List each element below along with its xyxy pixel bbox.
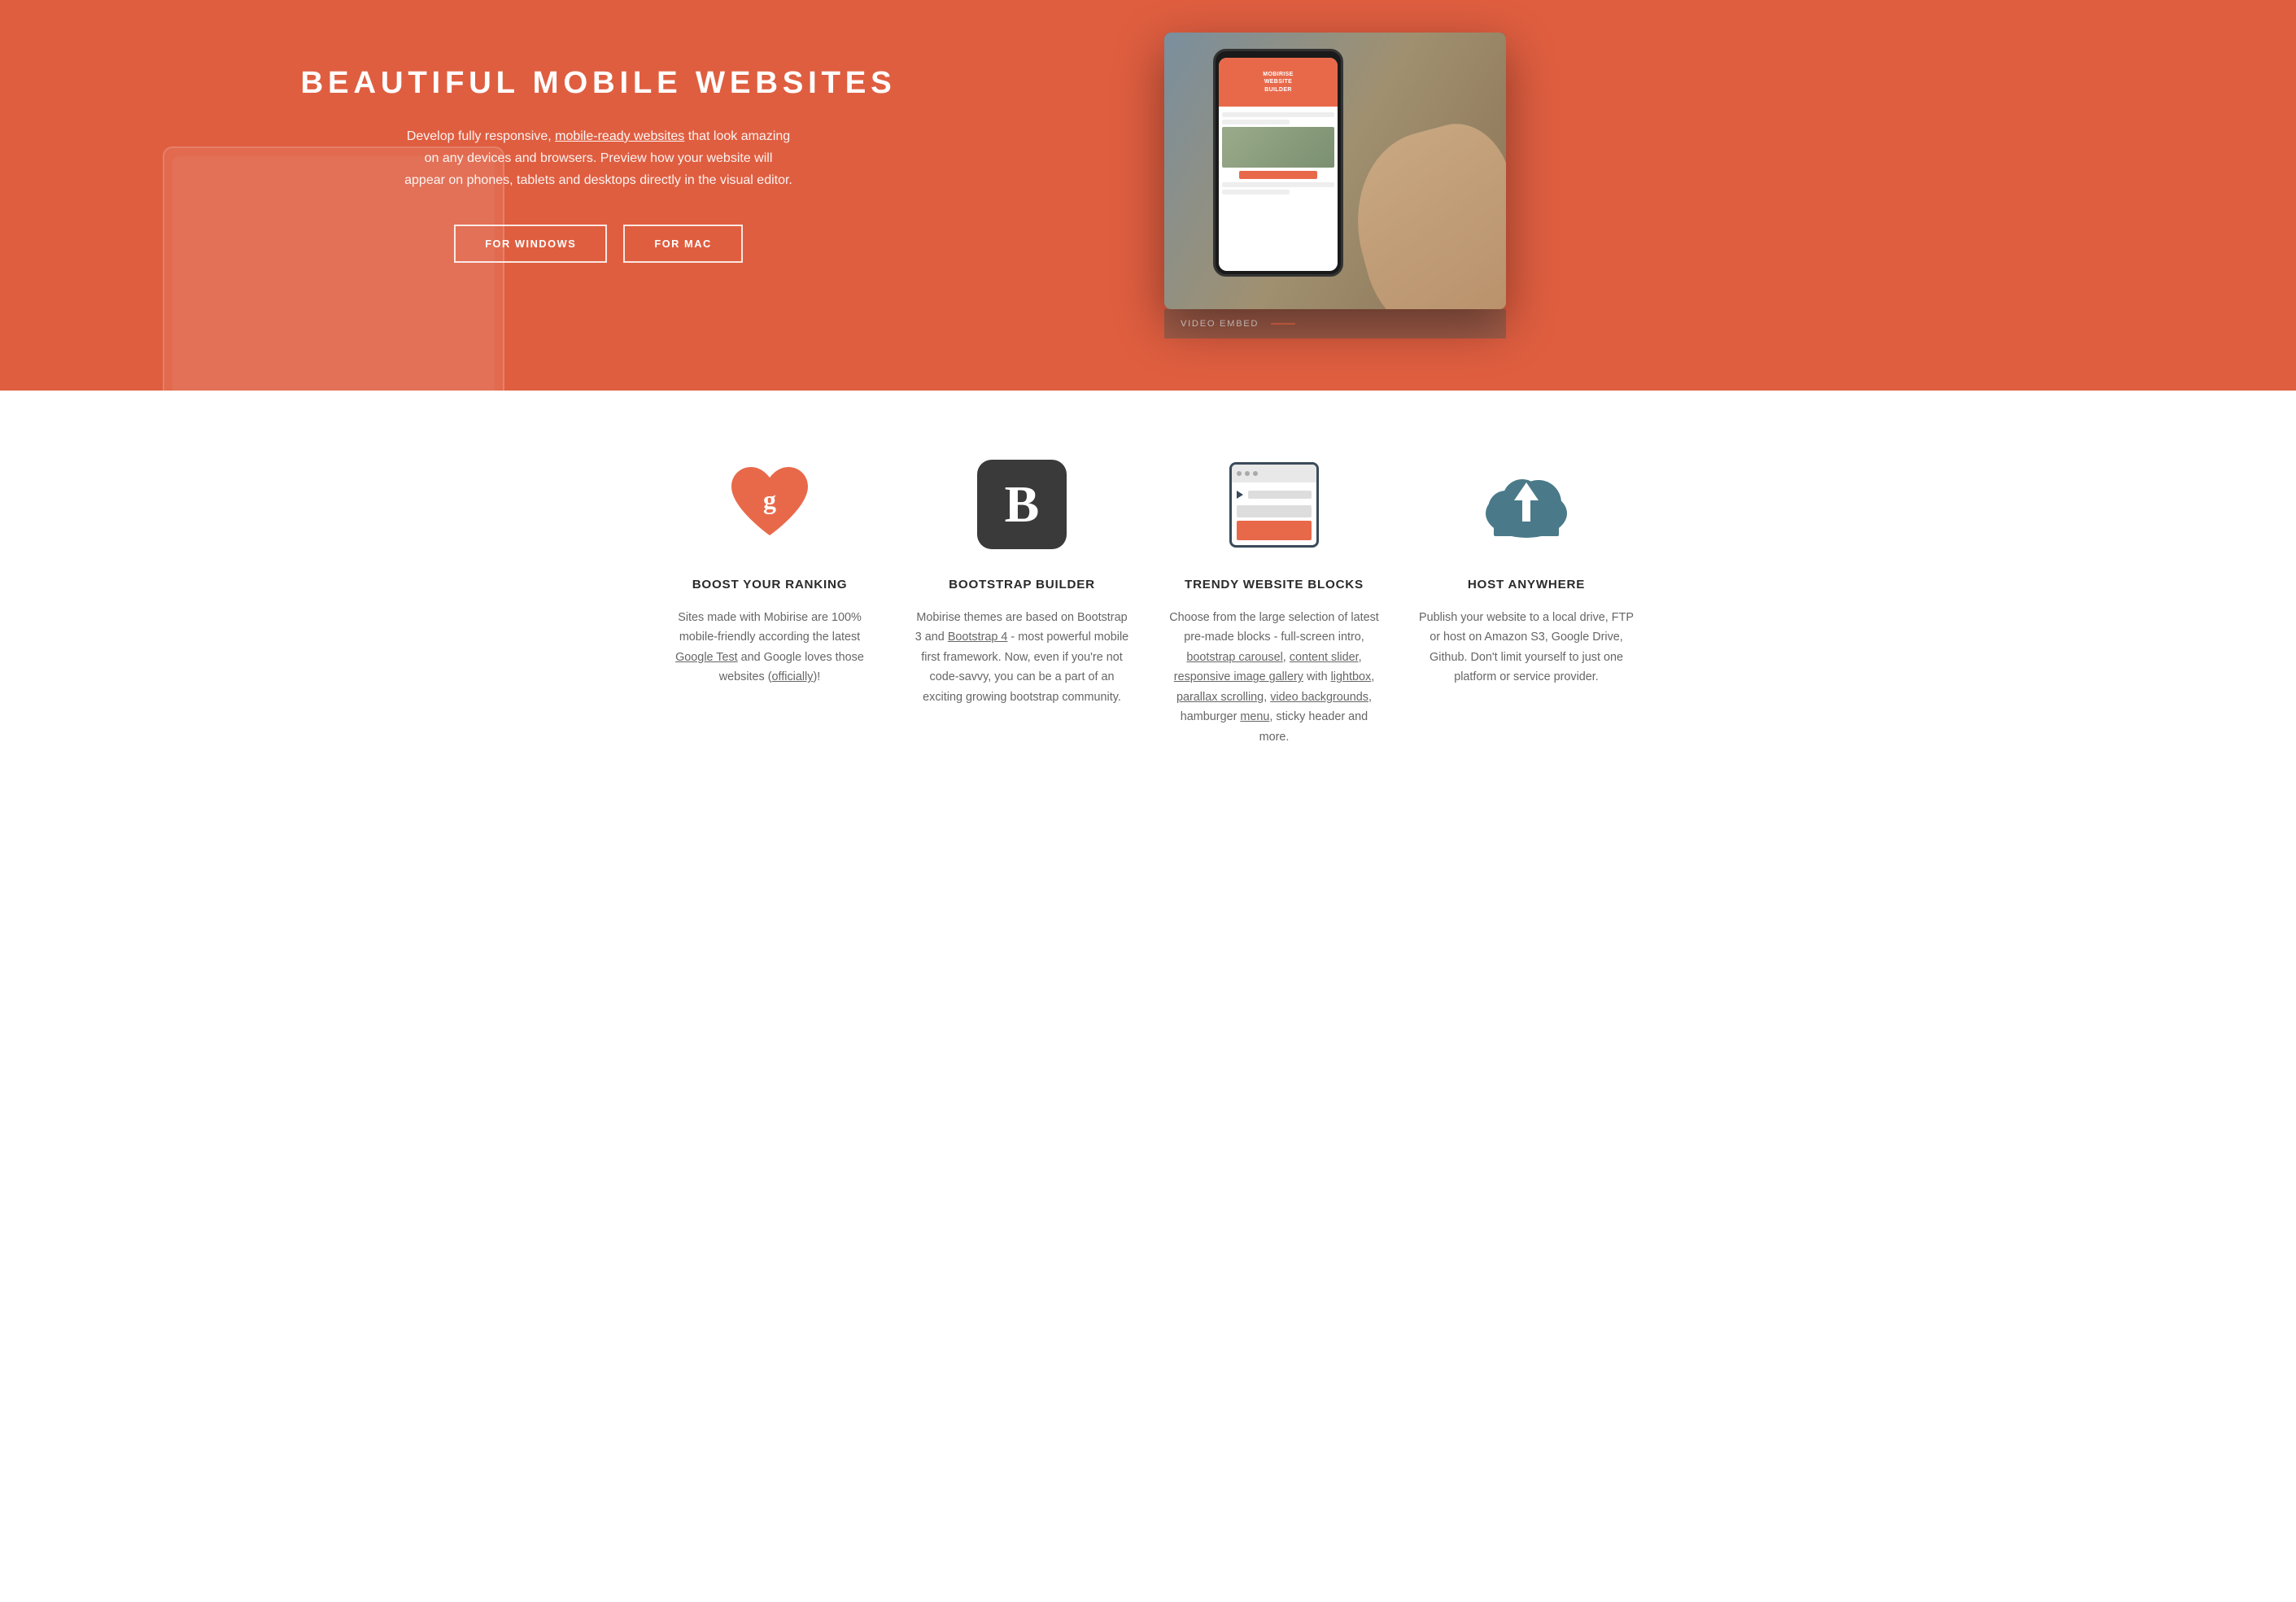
video-embed-label: VIDEO EMBED bbox=[1181, 319, 1259, 329]
video-embed-line bbox=[1271, 323, 1295, 325]
content-slider-link[interactable]: content slider bbox=[1290, 651, 1359, 664]
feature-trendy: TRENDY WEBSITE BLOCKS Choose from the la… bbox=[1164, 456, 1384, 747]
browser-cursor-icon bbox=[1237, 491, 1243, 499]
hero-title: BEAUTIFUL MOBILE WEBSITES bbox=[98, 65, 1099, 101]
parallax-link[interactable]: parallax scrolling bbox=[1176, 691, 1264, 704]
bootstrap-icon: B bbox=[973, 456, 1071, 553]
bootstrap4-link[interactable]: Bootstrap 4 bbox=[948, 631, 1008, 644]
phone-device-screen: MOBIRISE WEBSITE BUILDER bbox=[1219, 58, 1338, 271]
browser-body bbox=[1232, 482, 1316, 545]
google-test-link[interactable]: Google Test bbox=[675, 651, 738, 664]
svg-text:g: g bbox=[763, 485, 776, 514]
hero-desc-text1: Develop fully responsive, bbox=[407, 129, 555, 143]
menu-link[interactable]: menu bbox=[1240, 710, 1269, 723]
features-section: g BOOST YOUR RANKING Sites made with Mob… bbox=[0, 391, 2296, 812]
windows-button[interactable]: FOR WINDOWS bbox=[454, 225, 607, 263]
phone-screen-header: MOBIRISE WEBSITE BUILDER bbox=[1219, 58, 1338, 107]
browser-content-line bbox=[1237, 505, 1312, 517]
phone-screen-header-text: MOBIRISE WEBSITE BUILDER bbox=[1263, 71, 1293, 93]
browser-dot bbox=[1237, 471, 1242, 476]
feature-host-title: HOST ANYWHERE bbox=[1468, 578, 1585, 591]
browser-block bbox=[1237, 521, 1312, 540]
hero-description: Develop fully responsive, mobile-ready w… bbox=[404, 125, 794, 192]
phone-screen-row bbox=[1222, 120, 1290, 124]
feature-trendy-desc: Choose from the large selection of lates… bbox=[1164, 608, 1384, 747]
feature-trendy-title: TRENDY WEBSITE BLOCKS bbox=[1185, 578, 1364, 591]
feature-boost-desc: Sites made with Mobirise are 100% mobile… bbox=[660, 608, 880, 688]
phone-screen-row bbox=[1222, 182, 1334, 187]
hero-phone-frame: MOBIRISE WEBSITE BUILDER bbox=[1164, 33, 1506, 309]
phone-device: MOBIRISE WEBSITE BUILDER bbox=[1213, 49, 1343, 277]
phone-in-hand: MOBIRISE WEBSITE BUILDER bbox=[1164, 33, 1506, 309]
bootstrap-carousel-link[interactable]: bootstrap carousel bbox=[1186, 651, 1282, 664]
responsive-gallery-link[interactable]: responsive image gallery bbox=[1174, 670, 1303, 683]
cloud-upload-icon bbox=[1478, 456, 1575, 553]
browser-dot bbox=[1245, 471, 1250, 476]
features-grid: g BOOST YOUR RANKING Sites made with Mob… bbox=[660, 456, 1636, 747]
phone-screen-btn bbox=[1239, 171, 1318, 179]
browser-cursor-row bbox=[1237, 487, 1312, 502]
bootstrap-b-icon: B bbox=[977, 460, 1067, 549]
browser-content-line bbox=[1248, 491, 1312, 499]
lightbox-link[interactable]: lightbox bbox=[1331, 670, 1372, 683]
feature-bootstrap: B BOOTSTRAP BUILDER Mobirise themes are … bbox=[912, 456, 1132, 747]
hero-section: BEAUTIFUL MOBILE WEBSITES Develop fully … bbox=[0, 0, 2296, 391]
mac-button[interactable]: FOR MAC bbox=[623, 225, 742, 263]
feature-boost-title: BOOST YOUR RANKING bbox=[692, 578, 848, 591]
feature-host-desc: Publish your website to a local drive, F… bbox=[1416, 608, 1636, 688]
hero-image-section: MOBIRISE WEBSITE BUILDER bbox=[1148, 0, 2296, 338]
browser-titlebar bbox=[1232, 465, 1316, 482]
browser-dot bbox=[1253, 471, 1258, 476]
feature-bootstrap-title: BOOTSTRAP BUILDER bbox=[949, 578, 1095, 591]
phone-screen-row bbox=[1222, 112, 1334, 117]
phone-screen-body bbox=[1219, 107, 1338, 200]
feature-boost: g BOOST YOUR RANKING Sites made with Mob… bbox=[660, 456, 880, 747]
browser-icon bbox=[1225, 456, 1323, 553]
video-backgrounds-link[interactable]: video backgrounds bbox=[1270, 691, 1368, 704]
officially-link[interactable]: officially bbox=[772, 670, 814, 683]
hero-desc-link[interactable]: mobile-ready websites bbox=[555, 129, 684, 143]
feature-bootstrap-desc: Mobirise themes are based on Bootstrap 3… bbox=[912, 608, 1132, 707]
hero-content: BEAUTIFUL MOBILE WEBSITES Develop fully … bbox=[0, 0, 1148, 312]
feature-host: HOST ANYWHERE Publish your website to a … bbox=[1416, 456, 1636, 747]
heart-google-icon: g bbox=[721, 456, 818, 553]
hand-shape bbox=[1336, 112, 1506, 309]
browser-window-icon bbox=[1229, 462, 1319, 548]
hero-buttons: FOR WINDOWS FOR MAC bbox=[98, 225, 1099, 263]
phone-screen-img bbox=[1222, 127, 1334, 168]
video-embed-bar: VIDEO EMBED bbox=[1164, 309, 1506, 338]
phone-screen-row bbox=[1222, 190, 1290, 194]
